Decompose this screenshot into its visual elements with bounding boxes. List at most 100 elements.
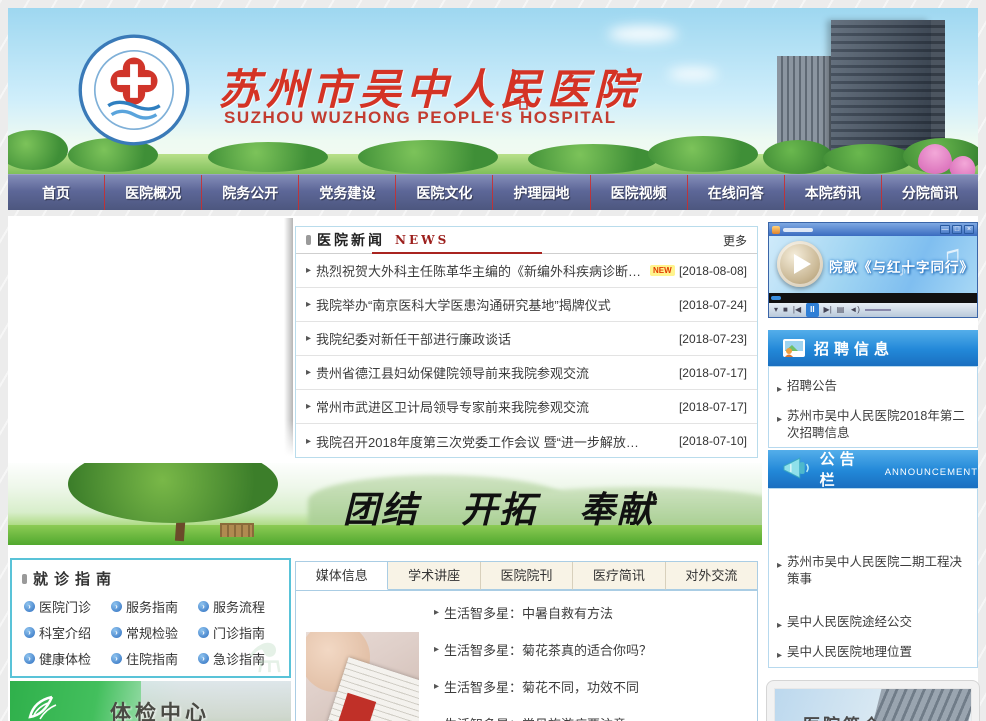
news-item[interactable]: ▸热烈祝贺大外科主任陈革华主编的《新编外科疾病诊断与治NEW[2018-08-0… bbox=[296, 254, 757, 288]
arrow-icon: ▸ bbox=[306, 333, 311, 344]
nav-item[interactable]: 分院简讯 bbox=[882, 175, 978, 210]
announcement-link[interactable]: ▸吴中人民医院途经公交 bbox=[775, 609, 971, 639]
guide-link[interactable]: ›服务指南 bbox=[111, 597, 198, 616]
media-article[interactable]: ▸生活智多星：菊花不同，功效不同 bbox=[434, 668, 652, 705]
media-article-list: ▸生活智多星：中暑自救有方法▸生活智多星：菊花茶真的适合你吗？▸生活智多星：菊花… bbox=[434, 594, 652, 721]
news-item[interactable]: ▸我院举办“南京医科大学医患沟通研究基地”揭牌仪式[2018-07-24] bbox=[296, 288, 757, 322]
recruit-panel: ▸ 招聘公告 ▸苏州市吴中人民医院2018年第二次招聘信息 bbox=[768, 366, 978, 448]
media-article[interactable]: ▸生活智多星：常见旅游病要注意 bbox=[434, 705, 652, 721]
guide-link-label: 服务流程 bbox=[213, 597, 265, 616]
announcement-link[interactable]: ▸苏州市吴中人民医院二期工程决策事 bbox=[775, 549, 971, 593]
volume-button[interactable]: ◄) bbox=[849, 303, 860, 317]
window-button[interactable]: □ bbox=[952, 225, 962, 234]
previous-button[interactable]: |◀ bbox=[793, 303, 801, 317]
intro-label: 医院简介 bbox=[803, 711, 883, 721]
arrow-icon: ▸ bbox=[306, 401, 311, 412]
hospital-intro-card[interactable]: 医院简介 bbox=[766, 680, 980, 721]
seek-bar[interactable] bbox=[769, 293, 977, 303]
guide-link-label: 科室介绍 bbox=[39, 623, 91, 642]
announcement-title: 公告栏 bbox=[820, 448, 879, 490]
play-button[interactable] bbox=[777, 241, 823, 287]
nav-item[interactable]: 医院概况 bbox=[105, 175, 202, 210]
new-badge: NEW bbox=[650, 265, 675, 276]
news-title: 医院新闻 bbox=[317, 230, 385, 250]
lotus-flower bbox=[918, 144, 952, 174]
cloud-decoration bbox=[668, 68, 718, 80]
tab-媒体信息[interactable]: 媒体信息 bbox=[296, 562, 388, 590]
menu-button[interactable]: ▾ bbox=[774, 303, 778, 317]
slogan-text: 团结开拓奉献 bbox=[343, 481, 697, 533]
pause-button[interactable]: II bbox=[806, 303, 818, 317]
circle-arrow-icon: › bbox=[111, 627, 122, 638]
news-underline bbox=[372, 252, 542, 254]
recruit-title: 招聘信息 bbox=[814, 338, 894, 359]
volume-slider[interactable] bbox=[865, 309, 891, 311]
guide-link[interactable]: › 服务流程 bbox=[198, 597, 285, 616]
checkup-label: 体检中心 bbox=[110, 697, 210, 721]
nav-item[interactable]: 院务公开 bbox=[202, 175, 299, 210]
stop-button[interactable]: ■ bbox=[783, 303, 788, 317]
media-article[interactable]: ▸生活智多星：中暑自救有方法 bbox=[434, 594, 652, 631]
news-item-date: [2018-07-10] bbox=[679, 434, 747, 448]
intro-image: 医院简介 bbox=[774, 688, 972, 721]
news-item-date: [2018-07-17] bbox=[679, 366, 747, 380]
nav-item[interactable]: 首页 bbox=[8, 175, 105, 210]
announcement-header[interactable]: 公告栏 ANNOUNCEMENT bbox=[768, 450, 978, 488]
arrow-icon: ▸ bbox=[777, 557, 782, 588]
circle-arrow-icon: › bbox=[24, 601, 35, 612]
arrow-icon: ▸ bbox=[434, 681, 439, 692]
bench-decoration bbox=[220, 523, 254, 537]
window-buttons: —□× bbox=[940, 225, 974, 234]
announcement-link-label: 吴中人民医院地理位置 bbox=[787, 644, 912, 664]
news-item-title: 贵州省德江县妇幼保健院领导前来我院参观交流 bbox=[316, 363, 589, 382]
nav-item[interactable]: 医院文化 bbox=[396, 175, 493, 210]
guide-link[interactable]: ›医院门诊 bbox=[24, 597, 111, 616]
bullet-icon bbox=[22, 574, 27, 584]
nav-item[interactable]: 本院药讯 bbox=[785, 175, 882, 210]
nav-item[interactable]: 护理园地 bbox=[493, 175, 590, 210]
arrow-icon: ▸ bbox=[777, 381, 782, 398]
next-button[interactable]: ▶| bbox=[824, 303, 832, 317]
recruit-link-label: 招聘公告 bbox=[787, 378, 837, 398]
news-item-title: 我院召开2018年度第三次党委工作会议 暨“进一步解放思想 bbox=[316, 432, 646, 451]
tab-学术讲座[interactable]: 学术讲座 bbox=[388, 562, 480, 590]
playlist-button[interactable]: ▤ bbox=[837, 303, 845, 317]
arrow-icon: ▸ bbox=[434, 644, 439, 655]
nav-item[interactable]: 党务建设 bbox=[299, 175, 396, 210]
announcement-link[interactable]: ▸吴中人民医院地理位置 bbox=[775, 639, 971, 669]
window-button[interactable]: × bbox=[964, 225, 974, 234]
tab-对外交流[interactable]: 对外交流 bbox=[666, 562, 757, 590]
checkup-center-banner[interactable]: 体检中心 bbox=[10, 681, 291, 721]
window-button[interactable]: — bbox=[940, 225, 950, 234]
bullet-icon bbox=[306, 235, 311, 245]
visit-guide-panel: 就诊指南 ›医院门诊›服务指南›服务流程›科室介绍›常规检验›门诊指南›健康体检… bbox=[10, 558, 291, 678]
guide-link[interactable]: ›健康体检 bbox=[24, 649, 111, 668]
guide-link[interactable]: ›住院指南 bbox=[111, 649, 198, 668]
news-item[interactable]: ▸我院纪委对新任干部进行廉政谈话[2018-07-23] bbox=[296, 322, 757, 356]
news-item-title: 常州市武进区卫计局领导专家前来我院参观交流 bbox=[316, 397, 589, 416]
news-item[interactable]: ▸ 我院召开2018年度第三次党委工作会议 暨“进一步解放思想 [2018-07-1… bbox=[296, 424, 757, 458]
circle-arrow-icon: › bbox=[198, 653, 209, 664]
tab-医疗简讯[interactable]: 医疗简讯 bbox=[573, 562, 665, 590]
guide-link-label: 住院指南 bbox=[126, 649, 178, 668]
recruit-link-label: 苏州市吴中人民医院2018年第二次招聘信息 bbox=[787, 408, 969, 442]
nav-item[interactable]: 在线问答 bbox=[688, 175, 785, 210]
media-article[interactable]: ▸生活智多星：菊花茶真的适合你吗？ bbox=[434, 631, 652, 668]
recruit-header[interactable]: 招聘信息 bbox=[768, 330, 978, 366]
news-more-link[interactable]: 更多 bbox=[723, 232, 747, 249]
site-header: 苏州市吴中人民医院 SUZHOU WUZHONG PEOPLE'S HOSPIT… bbox=[8, 8, 978, 174]
tab-医院院刊[interactable]: 医院院刊 bbox=[481, 562, 573, 590]
hospital-news-panel: 医院新闻 NEWS 更多 ▸热烈祝贺大外科主任陈革华主编的《新编外科疾病诊断与治… bbox=[295, 226, 758, 458]
arrow-icon: ▸ bbox=[306, 436, 311, 447]
video-player-widget: —□× ♫ ♪ 院歌《与红十字同行》 ▾■|◀II▶|▤◄) bbox=[768, 222, 978, 318]
nav-item[interactable]: 医院视频 bbox=[591, 175, 688, 210]
news-item[interactable]: ▸贵州省德江县妇幼保健院领导前来我院参观交流[2018-07-17] bbox=[296, 356, 757, 390]
guide-link[interactable]: ›常规检验 bbox=[111, 623, 198, 642]
guide-link[interactable]: ›科室介绍 bbox=[24, 623, 111, 642]
circle-arrow-icon: › bbox=[198, 601, 209, 612]
recruit-link[interactable]: ▸苏州市吴中人民医院2018年第二次招聘信息 bbox=[775, 403, 971, 447]
player-logo-icon bbox=[772, 226, 780, 234]
seek-progress bbox=[771, 296, 781, 300]
news-item[interactable]: ▸常州市武进区卫计局领导专家前来我院参观交流[2018-07-17] bbox=[296, 390, 757, 424]
recruit-link[interactable]: ▸ 招聘公告 bbox=[775, 373, 971, 403]
